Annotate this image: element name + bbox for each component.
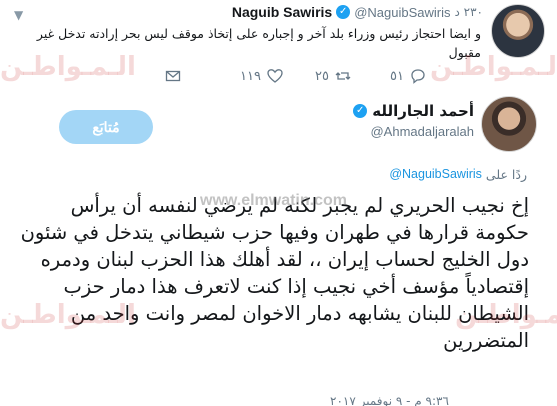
retweet-icon [335,72,351,80]
retweet-count: ٢٥ [315,68,329,84]
replying-to-label: ردًا على [485,167,527,182]
reply-icon [411,69,425,84]
dm-button[interactable] [165,68,240,84]
reply-name-row: أحمد الجارالله ✓ [353,102,474,120]
verified-badge-icon: ✓ [336,5,351,19]
replying-to-mention[interactable]: @NaguibSawiris [389,167,482,182]
parent-tweet[interactable]: Naguib Sawiris ✓ @NaguibSawiris ٢٣٠ د ▼ … [0,0,557,95]
reply-display-name[interactable]: أحمد الجارالله [372,102,474,120]
reply-count: ٥١ [390,68,404,84]
dm-icon [165,70,181,82]
reply-button[interactable]: ٥١ [390,68,465,84]
like-icon [267,69,283,83]
like-button[interactable]: ١١٩ [240,68,315,84]
reply-handle[interactable]: @Ahmadaljaralah [370,124,474,139]
retweet-button[interactable]: ٢٥ [315,68,390,84]
reply-tweet-text: إخ نجيب الحريري لم يجبر لكنه لم يرضي لنف… [20,194,529,352]
verified-badge-icon: ✓ [353,104,368,118]
parent-tweet-header: Naguib Sawiris ✓ @NaguibSawiris ٢٣٠ د [232,4,483,20]
reply-timestamp[interactable]: ٩:٣٦ م - ٩ نوفمبر ٢٠١٧ [330,394,449,406]
parent-display-name[interactable]: Naguib Sawiris [232,4,332,20]
parent-tweet-actions: ١١٩ ٢٥ ٥١ [165,68,465,84]
replying-to: ردًا على @NaguibSawiris [389,167,527,182]
parent-handle[interactable]: @NaguibSawiris [354,5,450,20]
parent-avatar[interactable] [491,4,545,58]
reply-avatar[interactable] [481,96,537,152]
parent-timestamp[interactable]: ٢٣٠ د [454,5,483,19]
parent-tweet-text: و ايضا احتجاز رئيس وزراء بلد آخر و إجبار… [36,26,481,60]
following-button[interactable]: مُتابَع [59,110,153,144]
chevron-down-icon[interactable]: ▼ [14,8,23,22]
like-count: ١١٩ [240,68,261,84]
